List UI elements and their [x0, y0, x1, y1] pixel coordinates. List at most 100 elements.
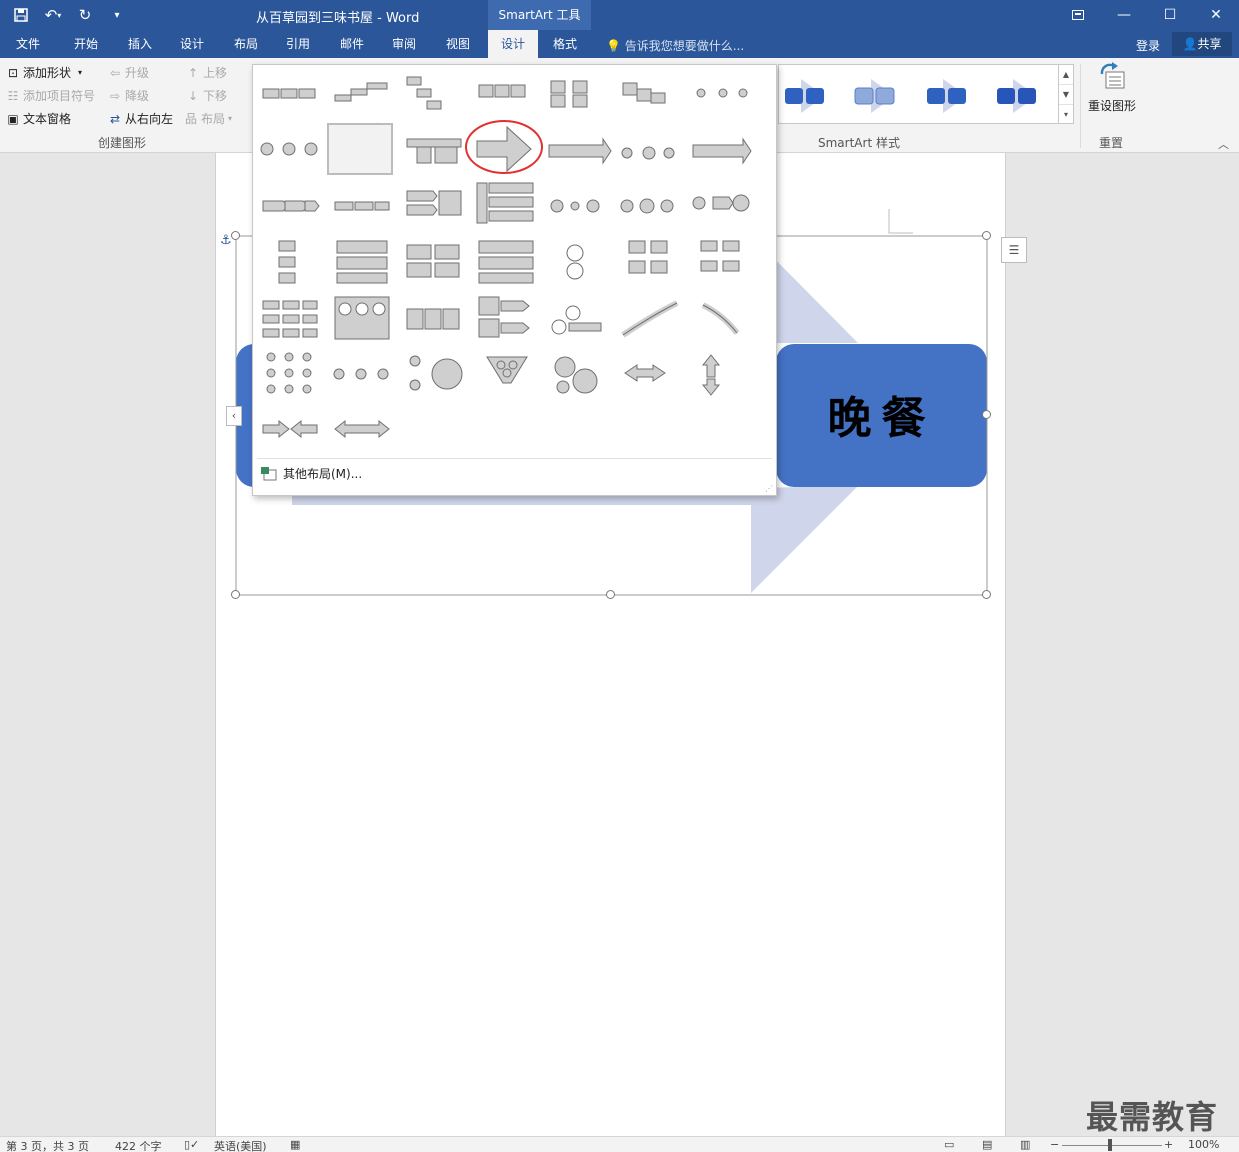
- resize-handle[interactable]: [982, 231, 991, 240]
- promote-button[interactable]: ⇦ 升级: [108, 64, 149, 81]
- add-bullet-button[interactable]: ☷ 添加项目符号: [6, 87, 95, 104]
- resize-handle[interactable]: [231, 590, 240, 599]
- chevron-left-icon: ‹: [231, 409, 237, 422]
- scroll-up-icon[interactable]: ▲: [1059, 65, 1073, 85]
- layout-button[interactable]: 品 布局 ▾: [184, 110, 232, 127]
- gallery-separator: [257, 458, 772, 459]
- right-to-left-button[interactable]: ⇄ 从右向左: [108, 110, 173, 127]
- group-separator: [1080, 64, 1081, 148]
- language[interactable]: 英语(美国): [214, 1138, 267, 1152]
- macro-icon[interactable]: ▦: [290, 1138, 300, 1151]
- tab-smartart-format[interactable]: 格式: [540, 30, 590, 58]
- login-link[interactable]: 登录: [1136, 37, 1160, 54]
- move-up-button[interactable]: ↑ 上移: [186, 64, 227, 81]
- layout-thumb: [409, 355, 463, 391]
- tab-file[interactable]: 文件: [4, 30, 52, 58]
- layout-option[interactable]: [257, 67, 323, 119]
- web-layout-icon[interactable]: ▥: [1020, 1138, 1030, 1151]
- undo-icon[interactable]: ↶ ▾: [40, 4, 66, 26]
- arrow-right-icon: ⇨: [109, 88, 121, 103]
- reset-graphic-button[interactable]: 重设图形: [1086, 62, 1138, 114]
- tab-layout[interactable]: 布局: [222, 30, 270, 58]
- more-layouts-icon: [261, 466, 277, 480]
- tab-mailings[interactable]: 邮件: [328, 30, 376, 58]
- layout-thumb: [692, 137, 752, 165]
- layout-thumb: [406, 138, 462, 164]
- text-pane-icon: ▣: [7, 111, 19, 126]
- resize-grip-icon[interactable]: ⋰: [765, 484, 773, 493]
- style-swatch[interactable]: [991, 79, 1047, 113]
- minimize-icon[interactable]: —: [1101, 0, 1147, 30]
- text-pane-toggle[interactable]: ‹: [226, 406, 242, 426]
- resize-handle[interactable]: [606, 590, 615, 599]
- ribbon-display-icon[interactable]: [1055, 0, 1101, 30]
- maximize-icon[interactable]: ☐: [1147, 0, 1193, 30]
- zoom-in-icon[interactable]: +: [1164, 1138, 1173, 1151]
- tab-home[interactable]: 开始: [62, 30, 110, 58]
- layout-thumb: [334, 82, 388, 102]
- tab-references[interactable]: 引用: [274, 30, 322, 58]
- print-layout-icon[interactable]: ▤: [982, 1138, 992, 1151]
- layout-thumb: [692, 194, 750, 212]
- layout-options-icon: ☰: [1008, 243, 1020, 257]
- layout-thumb: [266, 352, 312, 394]
- text-pane-label: 文本窗格: [23, 112, 72, 126]
- tab-smartart-design[interactable]: 设计: [488, 30, 538, 58]
- layout-thumb: [333, 368, 389, 380]
- layout-thumb: [406, 190, 462, 216]
- word-count[interactable]: 422 个字: [115, 1138, 162, 1152]
- more-layouts-button[interactable]: 其他布局(M)...: [261, 465, 362, 482]
- styles-scrollbar[interactable]: ▲ ▼ ▾: [1058, 64, 1074, 124]
- layout-thumb: [701, 354, 721, 396]
- proofing-icon[interactable]: ▯✓: [184, 1138, 199, 1151]
- save-icon[interactable]: [8, 4, 34, 26]
- layout-thumb: [260, 142, 318, 156]
- more-styles-icon[interactable]: ▾: [1059, 105, 1073, 125]
- layout-options-button[interactable]: ☰: [1001, 237, 1027, 263]
- tab-review[interactable]: 审阅: [380, 30, 428, 58]
- share-button[interactable]: 👤共享: [1172, 32, 1232, 56]
- tab-insert[interactable]: 插入: [116, 30, 164, 58]
- redo-icon[interactable]: ↻: [72, 4, 98, 26]
- zoom-out-icon[interactable]: −: [1050, 1138, 1059, 1151]
- add-shape-label: 添加形状: [23, 66, 72, 80]
- style-swatch[interactable]: [921, 79, 977, 113]
- status-bar: 第 3 页，共 3 页 422 个字 ▯✓ 英语(美国) ▦ ▭ ▤ ▥ − +…: [0, 1136, 1239, 1152]
- swap-icon: ⇄: [109, 111, 121, 126]
- read-mode-icon[interactable]: ▭: [944, 1138, 954, 1151]
- scroll-down-icon[interactable]: ▼: [1059, 85, 1073, 105]
- smartart-shape-text[interactable]: 晚餐: [776, 382, 987, 446]
- layout-thumb: [262, 419, 318, 439]
- move-down-button[interactable]: ↓ 下移: [186, 87, 227, 104]
- layout-thumb: [334, 201, 390, 211]
- text-pane-button[interactable]: ▣ 文本窗格: [6, 110, 71, 127]
- styles-group-label: SmartArt 样式: [818, 136, 900, 150]
- customize-icon[interactable]: ▾: [104, 4, 130, 26]
- resize-handle[interactable]: [982, 410, 991, 419]
- zoom-slider-thumb[interactable]: [1108, 1139, 1112, 1151]
- collapse-ribbon-icon[interactable]: ︿: [1218, 136, 1229, 152]
- layout-option-highlighted[interactable]: [467, 123, 533, 175]
- resize-handle[interactable]: [231, 231, 240, 240]
- reset-group-label: 重置: [1099, 136, 1124, 150]
- style-swatch[interactable]: [779, 79, 835, 113]
- zoom-slider[interactable]: [1062, 1145, 1162, 1146]
- promote-label: 升级: [125, 66, 150, 80]
- tab-design[interactable]: 设计: [168, 30, 216, 58]
- style-swatch[interactable]: [849, 79, 905, 113]
- layout-thumb: [478, 296, 530, 338]
- zoom-level[interactable]: 100%: [1188, 1138, 1219, 1151]
- layout-thumb: [548, 137, 612, 165]
- close-icon[interactable]: ✕: [1193, 0, 1239, 30]
- tell-me-search[interactable]: 💡 告诉我您想要做什么...: [606, 37, 744, 54]
- add-shape-button[interactable]: ⊡ 添加形状 ▾: [6, 64, 82, 81]
- layout-thumb: [406, 244, 460, 278]
- tab-view[interactable]: 视图: [434, 30, 482, 58]
- demote-button[interactable]: ⇨ 降级: [108, 87, 149, 104]
- layout-thumb: [476, 182, 534, 224]
- title-bar: ↶ ▾ ↻ ▾ 从百草园到三味书屋 - Word SmartArt 工具 — ☐ …: [0, 0, 1239, 30]
- layout-option-selected[interactable]: [327, 123, 393, 175]
- resize-handle[interactable]: [982, 590, 991, 599]
- page-count[interactable]: 第 3 页，共 3 页: [6, 1138, 89, 1152]
- smartart-tools-header: SmartArt 工具: [488, 0, 591, 30]
